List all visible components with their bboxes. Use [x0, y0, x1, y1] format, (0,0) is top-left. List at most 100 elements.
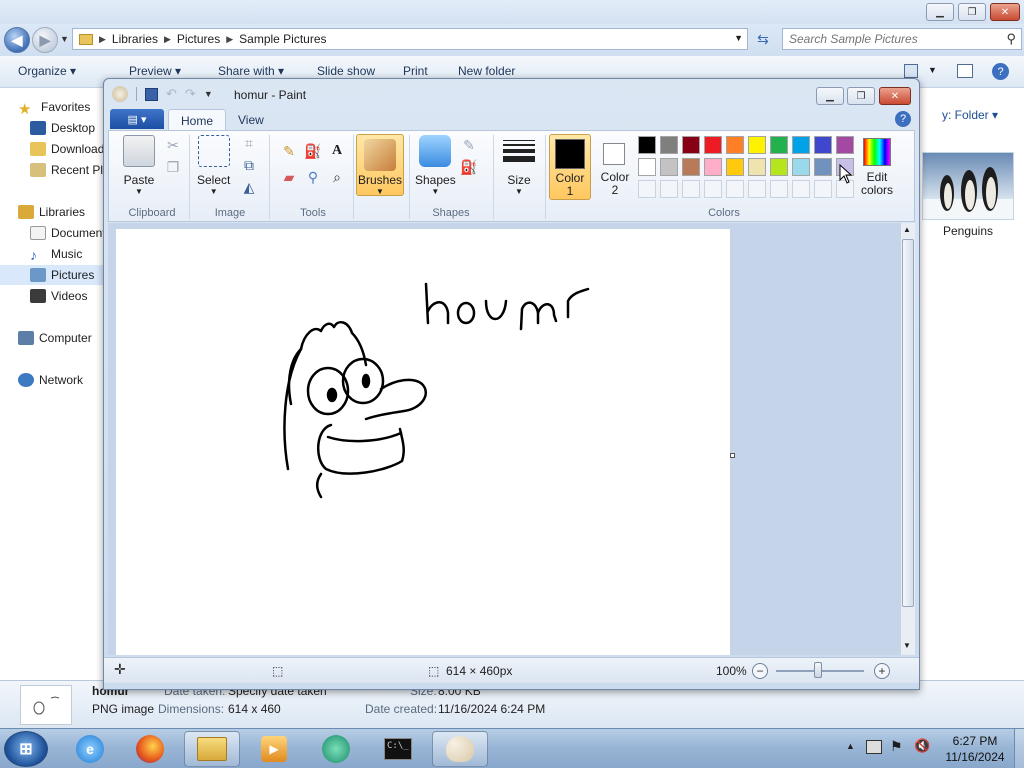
paint-minimize-button[interactable]: ▁ [816, 87, 844, 105]
clock[interactable]: 6:27 PM 11/16/2024 [940, 733, 1010, 765]
breadcrumb-libraries[interactable]: Libraries [112, 32, 158, 46]
taskbar-media-player[interactable]: ▶ [246, 731, 302, 767]
copy-icon[interactable]: ❐ [163, 157, 183, 177]
help-icon[interactable]: ? [992, 63, 1009, 80]
close-button[interactable]: ✕ [990, 3, 1020, 21]
maximize-button[interactable]: ❐ [958, 3, 986, 21]
taskbar-command-prompt[interactable]: C:\_ [370, 731, 426, 767]
outline-icon[interactable]: ✎ [459, 135, 479, 155]
edit-colors-button[interactable]: Edit colors [857, 134, 897, 200]
zoom-slider-thumb[interactable] [814, 662, 822, 678]
color2-button[interactable]: Color 2 [595, 134, 635, 200]
shapes-button[interactable]: Shapes ▼ [415, 135, 456, 196]
palette-custom-slot[interactable] [704, 180, 722, 198]
minimize-button[interactable]: ▁ [926, 3, 954, 21]
palette-custom-slot[interactable] [638, 180, 656, 198]
change-view-icon[interactable] [904, 64, 918, 78]
tab-view[interactable]: View [226, 109, 276, 131]
palette-swatch[interactable] [814, 158, 832, 176]
scroll-thumb[interactable] [902, 239, 914, 607]
taskbar-media-center[interactable] [308, 731, 364, 767]
palette-swatch[interactable] [814, 136, 832, 154]
palette-swatch[interactable] [792, 136, 810, 154]
paint-maximize-button[interactable]: ❐ [847, 87, 875, 105]
search-input[interactable] [789, 32, 999, 46]
breadcrumb-pictures[interactable]: Pictures [177, 32, 220, 46]
color-picker-icon[interactable]: ⚲ [303, 167, 323, 187]
forward-button[interactable]: ▶ [32, 27, 58, 53]
preview-button[interactable]: Preview ▾ [129, 64, 181, 78]
recent-pages-dropdown[interactable]: ▼ [60, 34, 69, 44]
slide-show-button[interactable]: Slide show [317, 64, 375, 78]
address-bar[interactable]: ▶ Libraries ▶ Pictures ▶ Sample Pictures… [72, 28, 748, 50]
palette-swatch[interactable] [726, 136, 744, 154]
pencil-icon[interactable]: ✎ [279, 141, 299, 161]
select-button[interactable]: Select ▼ [197, 135, 230, 196]
paint-close-button[interactable]: ✕ [879, 87, 911, 105]
start-button[interactable]: ⊞ [4, 731, 48, 767]
palette-custom-slot[interactable] [792, 180, 810, 198]
canvas-resize-handle[interactable] [730, 453, 735, 458]
palette-swatch[interactable] [726, 158, 744, 176]
magnifier-icon[interactable]: ⌕ [327, 167, 347, 187]
text-icon[interactable]: A [327, 141, 347, 161]
palette-custom-slot[interactable] [726, 180, 744, 198]
palette-swatch[interactable] [704, 158, 722, 176]
organize-button[interactable]: Organize ▾ [18, 64, 76, 78]
paste-button[interactable]: Paste ▼ [123, 135, 155, 196]
search-icon[interactable]: ⚲ [1006, 31, 1016, 47]
breadcrumb-sample-pictures[interactable]: Sample Pictures [239, 32, 326, 46]
palette-swatch[interactable] [660, 158, 678, 176]
palette-swatch[interactable] [748, 136, 766, 154]
palette-swatch[interactable] [748, 158, 766, 176]
paint-menu-button[interactable]: ▤ ▾ [110, 109, 164, 129]
palette-swatch[interactable] [770, 136, 788, 154]
arrange-by-dropdown[interactable]: y: Folder ▾ [942, 108, 998, 122]
scroll-down-icon[interactable]: ▼ [903, 641, 911, 650]
save-icon[interactable] [145, 87, 158, 101]
palette-swatch[interactable] [638, 158, 656, 176]
print-button[interactable]: Print [403, 64, 428, 78]
palette-swatch[interactable] [792, 158, 810, 176]
palette-custom-slot[interactable] [814, 180, 832, 198]
palette-custom-slot[interactable] [682, 180, 700, 198]
volume-muted-icon[interactable]: 🔇 [914, 738, 930, 754]
palette-custom-slot[interactable] [770, 180, 788, 198]
taskbar-internet-explorer[interactable]: e [62, 731, 118, 767]
paint-help-icon[interactable]: ? [895, 111, 911, 127]
search-box[interactable]: ⚲ [782, 28, 1022, 50]
undo-icon[interactable]: ↶ [166, 86, 177, 102]
palette-custom-slot[interactable] [748, 180, 766, 198]
palette-swatch[interactable] [770, 158, 788, 176]
sidebar-item-pictures[interactable]: Pictures [0, 265, 103, 285]
zoom-in-button[interactable]: + [874, 663, 890, 679]
fill-shape-icon[interactable]: ⛽ [459, 157, 479, 177]
tab-home[interactable]: Home [168, 109, 227, 131]
palette-swatch[interactable] [660, 136, 678, 154]
rotate-icon[interactable]: ◭ [239, 177, 259, 197]
vertical-scrollbar[interactable]: ▲ ▼ [900, 223, 915, 655]
drawing-canvas[interactable] [116, 229, 730, 655]
show-hidden-icons-button[interactable]: ▲ [846, 741, 855, 751]
new-folder-button[interactable]: New folder [458, 64, 515, 78]
redo-icon[interactable]: ↷ [185, 86, 196, 102]
fill-icon[interactable]: ⛽ [303, 141, 323, 161]
crop-icon[interactable]: ⌗ [239, 133, 259, 153]
taskbar-firefox[interactable] [122, 731, 178, 767]
cut-icon[interactable]: ✂ [163, 135, 183, 155]
share-with-button[interactable]: Share with ▾ [218, 64, 284, 78]
palette-swatch[interactable] [682, 136, 700, 154]
paint-app-icon[interactable] [112, 86, 128, 102]
show-desktop-button[interactable] [1014, 729, 1024, 768]
taskbar-paint[interactable] [432, 731, 488, 767]
scroll-up-icon[interactable]: ▲ [903, 225, 911, 234]
palette-swatch[interactable] [836, 136, 854, 154]
zoom-out-button[interactable]: − [752, 663, 768, 679]
preview-pane-icon[interactable] [957, 64, 973, 78]
address-dropdown-icon[interactable]: ▼ [734, 33, 743, 43]
eraser-icon[interactable]: ▰ [279, 167, 299, 187]
palette-swatch[interactable] [638, 136, 656, 154]
action-center-icon[interactable] [866, 740, 882, 754]
taskbar-windows-explorer[interactable] [184, 731, 240, 767]
color1-button[interactable]: Color 1 [549, 134, 591, 200]
